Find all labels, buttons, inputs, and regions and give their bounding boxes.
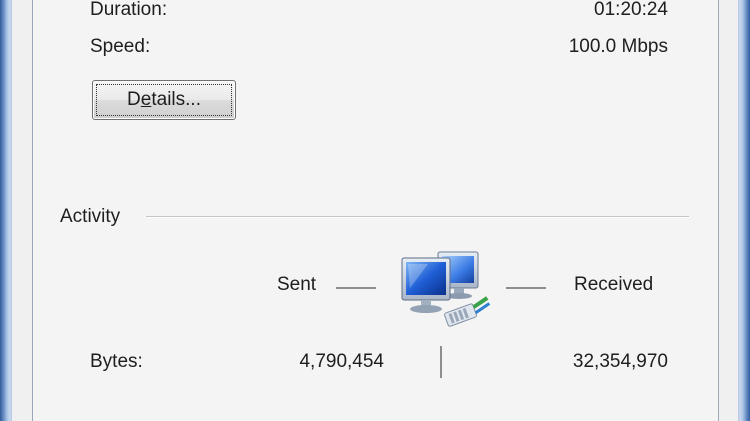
panel-border-left [32, 0, 33, 421]
sent-connector-line [336, 287, 376, 289]
details-button[interactable]: Details... [92, 80, 236, 120]
speed-label: Speed: [90, 36, 151, 57]
received-connector-line [506, 287, 546, 289]
sent-label: Sent [277, 274, 317, 295]
speed-value: 100.0 Mbps [568, 36, 668, 57]
bytes-label: Bytes: [90, 351, 143, 372]
window-frame-right [738, 0, 750, 421]
bytes-divider [440, 346, 442, 378]
details-button-label-pre: D [127, 89, 141, 110]
activity-group-title: Activity [60, 206, 121, 227]
details-button-label-post: tails... [151, 89, 201, 110]
bytes-received-value: 32,354,970 [572, 351, 668, 372]
duration-label: Duration: [90, 0, 168, 20]
bytes-sent-value: 4,790,454 [299, 351, 384, 372]
window-frame-left [0, 0, 12, 421]
activity-group-divider [146, 216, 689, 217]
panel-border-right [718, 0, 719, 421]
received-label: Received [574, 274, 654, 295]
details-button-access-key: e [140, 89, 152, 110]
network-computers-icon [401, 251, 491, 327]
duration-value: 01:20:24 [594, 0, 668, 20]
